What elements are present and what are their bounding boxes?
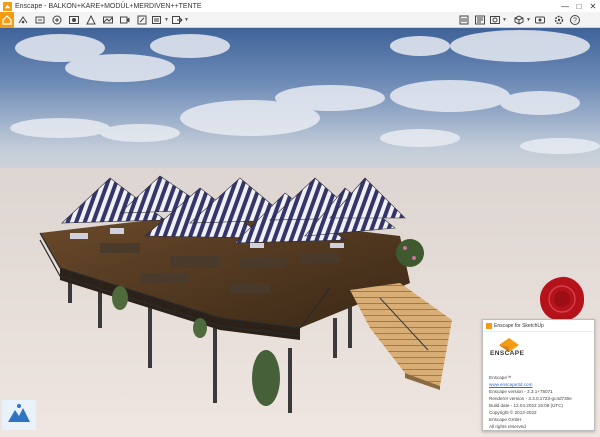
render-icon — [86, 14, 96, 25]
link-icon — [35, 16, 45, 24]
chevron-down-icon: ▼ — [502, 17, 507, 23]
capture-button[interactable] — [67, 13, 81, 27]
about-dialog: Enscape for SketchUp ENSCAPE Enscape™ ww… — [482, 319, 595, 431]
help-icon: ? — [570, 15, 580, 25]
asset-button[interactable] — [473, 13, 487, 27]
about-header-title: Enscape for SketchUp — [494, 322, 544, 329]
panorama-button[interactable] — [101, 13, 115, 27]
enscape-app-icon — [3, 1, 12, 11]
render-button[interactable] — [84, 13, 98, 27]
enscape-toolbar: ▼ ▼ ▼ ▼ ? — [0, 12, 600, 28]
about-line-renderer-version: Renderer version - 3.3.0.1723-gc4d730e — [489, 396, 572, 401]
layers-icon — [152, 16, 162, 24]
chevron-down-icon: ▼ — [164, 17, 169, 23]
svg-text:?: ? — [573, 18, 577, 25]
maximize-button[interactable]: □ — [572, 0, 586, 12]
about-info: Enscape™ www.enscape3d.com Enscape versi… — [489, 374, 593, 430]
about-brand: ENSCAPE — [490, 350, 525, 357]
export-icon — [172, 16, 183, 24]
title-bar: Enscape - BALKON+KARE+MODÜL+MERDIVEN++TE… — [0, 0, 600, 12]
screenshot-button[interactable] — [135, 13, 149, 27]
screenshot-icon — [137, 15, 147, 25]
video-button[interactable] — [118, 13, 132, 27]
asset-icon — [475, 15, 485, 25]
about-line-product: Enscape™ — [489, 375, 512, 380]
settings-icon — [554, 15, 564, 25]
feedback-icon — [535, 16, 545, 24]
about-header: Enscape for SketchUp — [483, 320, 594, 332]
fps-icon — [52, 15, 62, 25]
fps-button[interactable] — [50, 13, 64, 27]
help-button[interactable]: ? — [568, 13, 582, 27]
feedback-button[interactable] — [533, 13, 547, 27]
object-library-button[interactable] — [457, 13, 471, 27]
minimize-button[interactable]: — — [558, 0, 572, 12]
about-website-link[interactable]: www.enscape3d.com — [489, 381, 593, 388]
home-button[interactable] — [0, 12, 14, 28]
link-button[interactable] — [33, 13, 47, 27]
export-dropdown[interactable]: ▼ — [170, 13, 190, 27]
corner-logo-badge — [2, 400, 36, 430]
layers-dropdown[interactable]: ▼ — [150, 13, 170, 27]
window-title: Enscape - BALKON+KARE+MODÜL+MERDIVEN++TE… — [15, 2, 202, 10]
object-library-icon — [459, 15, 469, 25]
close-button[interactable]: ✕ — [586, 0, 600, 12]
wax-seal-stamp — [540, 276, 585, 321]
settings-button[interactable] — [552, 13, 566, 27]
about-line-copyright: Copyright © 2013-2022 — [489, 410, 537, 415]
about-line-rights: All rights reserved — [489, 424, 526, 429]
video-icon — [120, 16, 130, 24]
visual-settings-icon — [514, 15, 524, 25]
about-line-enscape-version: Enscape version - 3.3.1+75071 — [489, 389, 553, 394]
chevron-down-icon: ▼ — [526, 17, 531, 23]
capture-icon — [69, 16, 79, 24]
sync-icon — [18, 16, 28, 24]
chevron-down-icon: ▼ — [184, 17, 189, 23]
enscape-small-icon — [486, 322, 492, 329]
about-line-build-date: Build date - 12.04.2022 15:08 (UTC) — [489, 403, 564, 408]
home-icon — [2, 15, 12, 25]
material-dropdown[interactable]: ▼ — [488, 13, 508, 27]
about-line-company: Enscape GmbH — [489, 417, 522, 422]
sync-button[interactable] — [16, 13, 30, 27]
visual-settings-dropdown[interactable]: ▼ — [512, 13, 532, 27]
material-icon — [490, 16, 501, 24]
panorama-icon — [103, 16, 113, 24]
